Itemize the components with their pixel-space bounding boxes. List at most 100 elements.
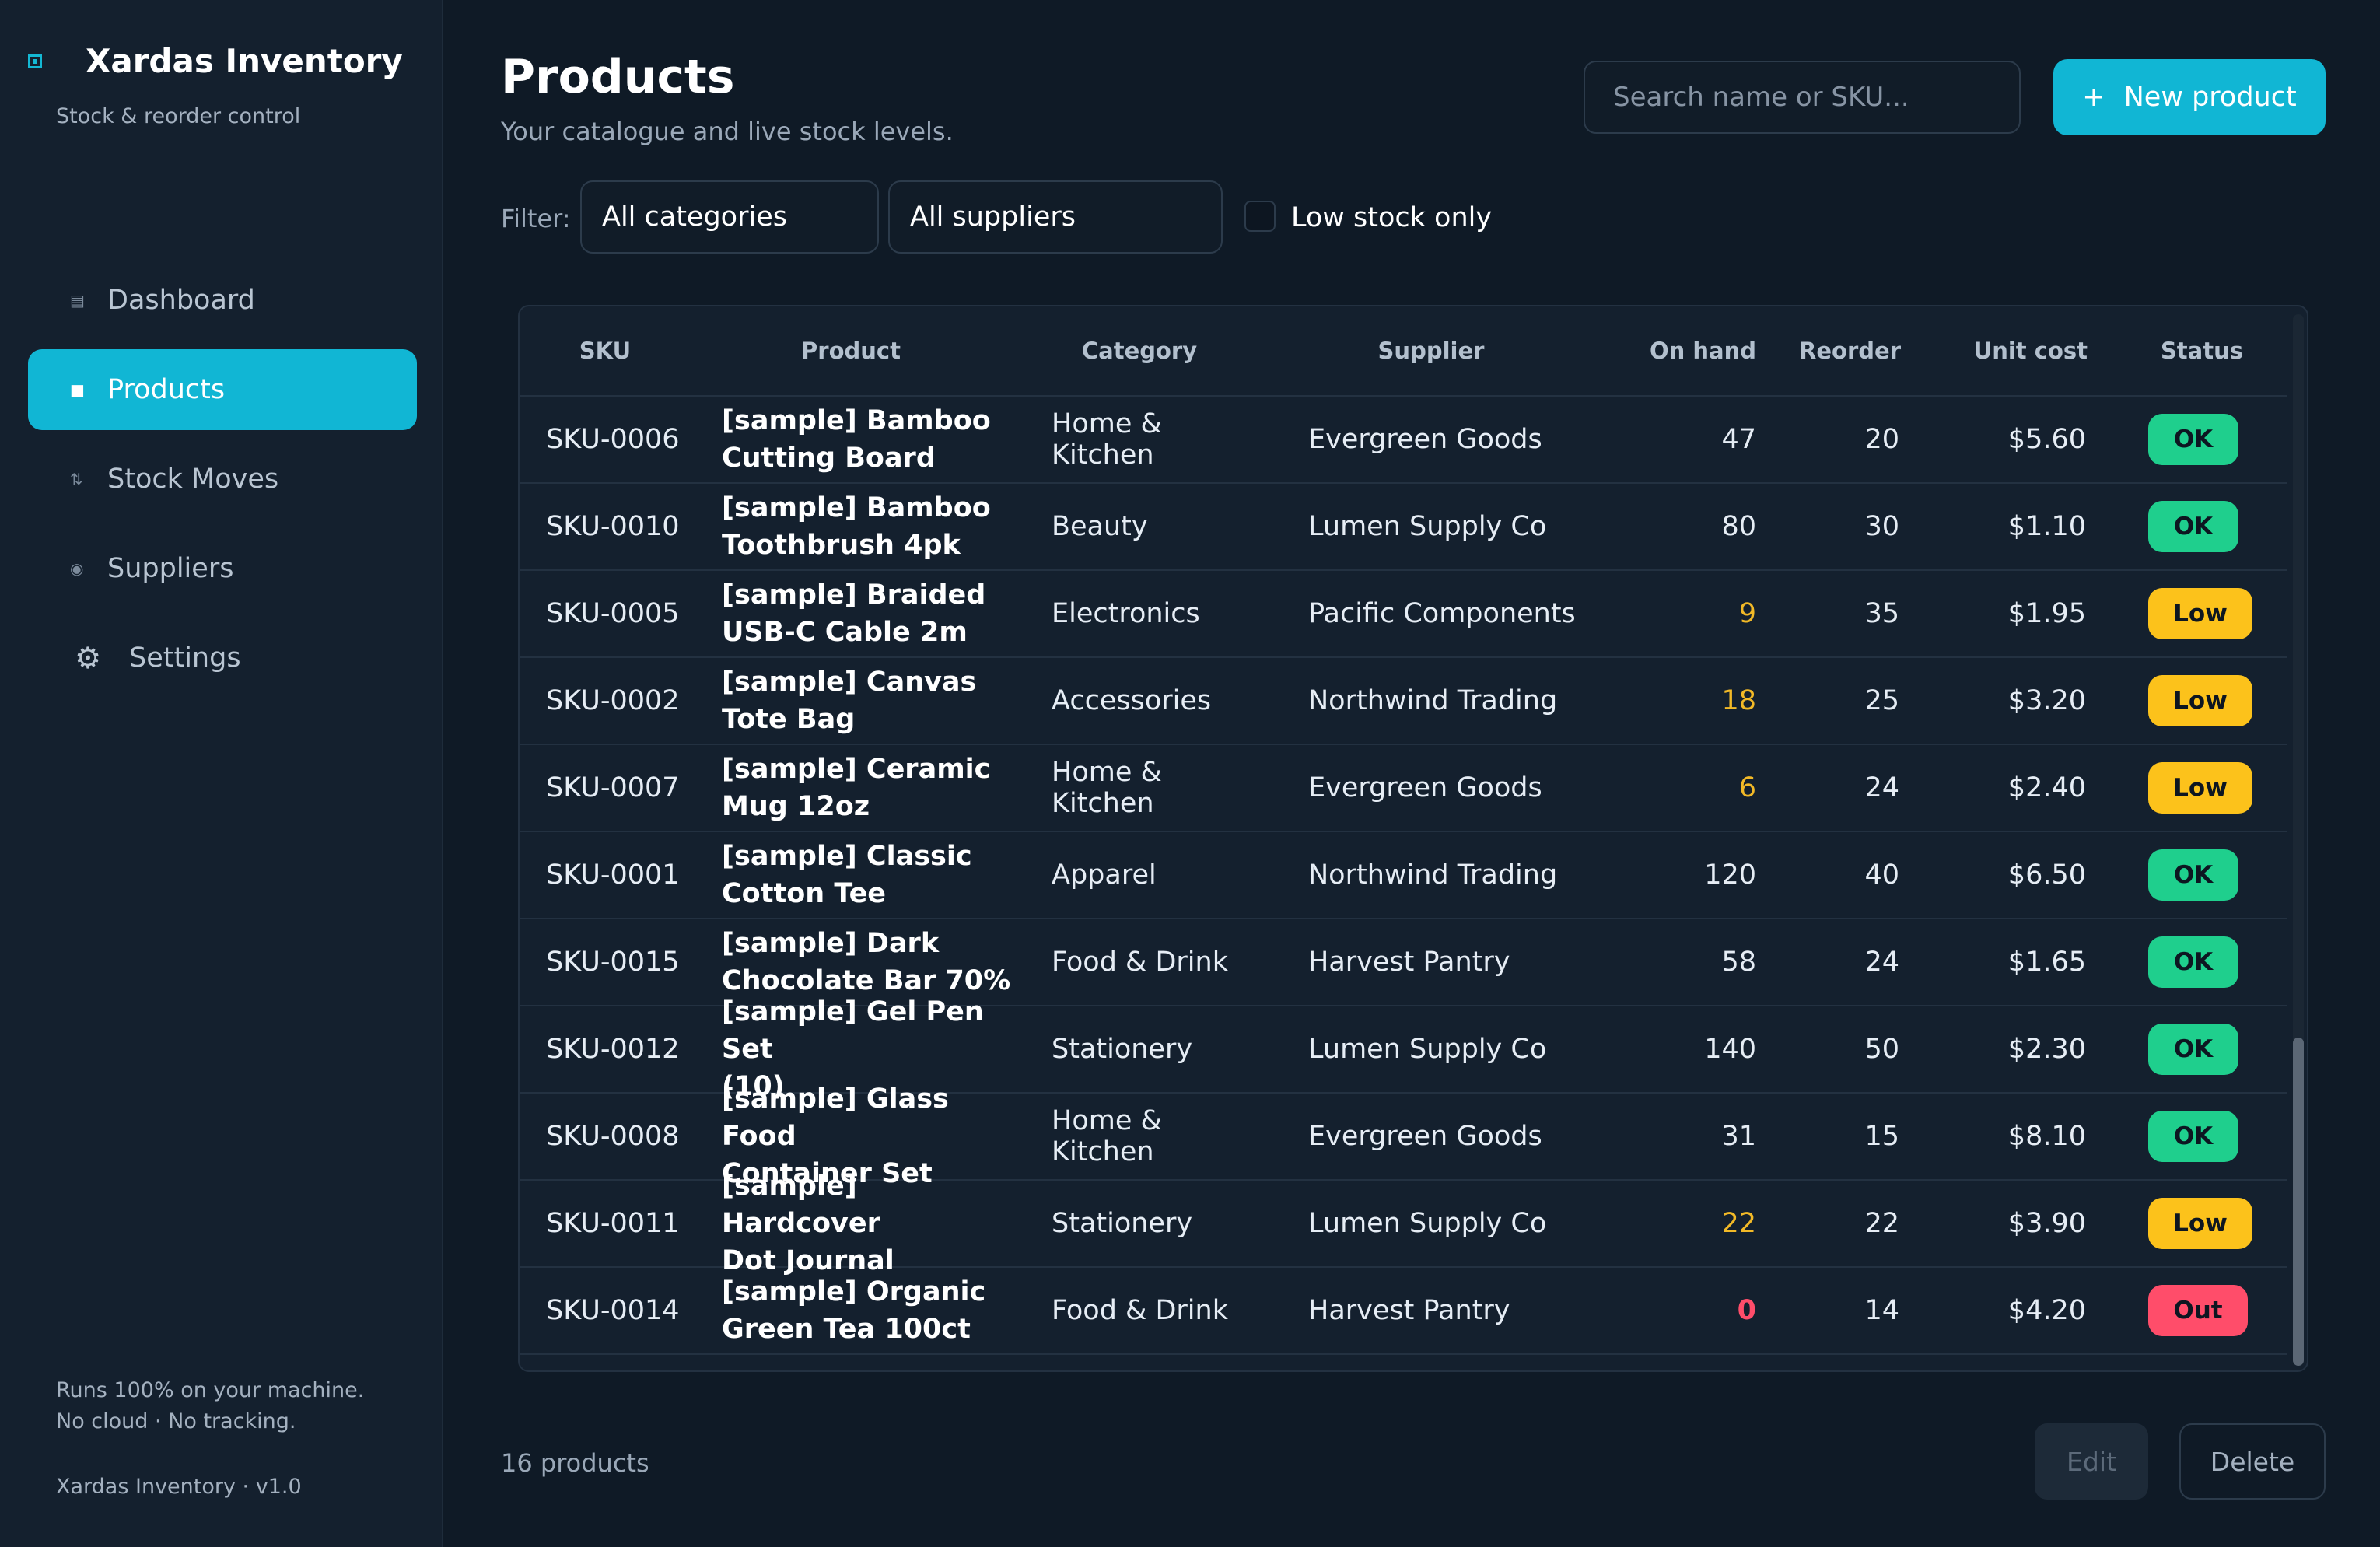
cell-reorder: 30 [1864, 511, 1899, 542]
filter-label: Filter: [501, 204, 571, 233]
sidebar-item-stock-moves[interactable]: ⇅ Stock Moves [28, 439, 417, 520]
cell-reorder: 40 [1864, 859, 1899, 891]
cell-reorder: 24 [1864, 947, 1899, 978]
column-header-category[interactable]: Category [1011, 338, 1268, 364]
cell-supplier: Pacific Components [1308, 598, 1576, 629]
cell-reorder: 15 [1864, 1121, 1899, 1152]
page-subtitle: Your catalogue and live stock levels. [501, 117, 954, 146]
cell-on-hand: 140 [1704, 1034, 1756, 1065]
status-badge: Low [2148, 675, 2252, 726]
cell-sku: SKU-0011 [546, 1208, 680, 1239]
cell-unit-cost: $3.20 [2007, 685, 2086, 716]
cell-supplier: Harvest Pantry [1308, 947, 1510, 978]
cell-status: OK [2088, 1111, 2287, 1162]
cell-status: Low [2088, 1198, 2287, 1249]
table-row[interactable]: SKU-0001 [sample] Classic Cotton Tee Appare… [520, 832, 2287, 919]
sidebar-item-dashboard[interactable]: ▤ Dashboard [28, 260, 417, 341]
cell-product-line1: [sample] Organic [722, 1276, 986, 1307]
cell-product: [sample] Organic Green Tea 100ct [691, 1273, 1011, 1348]
cell-category: Beauty [1052, 511, 1148, 542]
cell-category: Stationery [1052, 1208, 1193, 1239]
table-row[interactable]: SKU-0006 [sample] Bamboo Cutting Board Home… [520, 397, 2287, 484]
table-row[interactable]: SKU-0010 [sample] Bamboo Toothbrush 4pk Bea… [520, 484, 2287, 571]
new-product-button[interactable]: + New product [2053, 59, 2326, 135]
sidebar-item-label: Products [107, 374, 226, 405]
cell-product-line1: [sample] Dark [722, 928, 940, 959]
cell-status: Out [2088, 1285, 2287, 1336]
cell-product-line1: [sample] Canvas [722, 667, 977, 698]
sidebar-item-label: Stock Moves [107, 464, 279, 495]
cell-product-line2: Toothbrush 4pk [722, 530, 961, 561]
cell-on-hand: 6 [1738, 772, 1756, 803]
table-scrollbar-thumb[interactable] [2293, 1038, 2304, 1366]
cell-reorder: 50 [1864, 1034, 1899, 1065]
cell-sku: SKU-0012 [546, 1034, 680, 1065]
cell-category: Home & Kitchen [1052, 1105, 1162, 1167]
cell-supplier: Lumen Supply Co [1308, 1034, 1547, 1065]
cell-product-line2: Mug 12oz [722, 791, 870, 822]
cell-product: [sample] Canvas Tote Bag [691, 663, 1011, 738]
status-badge: Low [2148, 1198, 2252, 1249]
cell-on-hand: 47 [1721, 424, 1756, 455]
version-label: Xardas Inventory · v1.0 [56, 1475, 302, 1499]
cell-product-line1: [sample] Braided [722, 579, 986, 611]
cell-product: [sample] Dark Chocolate Bar 70% [691, 925, 1011, 999]
cell-status: Low [2088, 675, 2287, 726]
cell-sku: SKU-0015 [546, 947, 680, 978]
table-row[interactable]: SKU-0007 [sample] Ceramic Mug 12oz Home & K… [520, 745, 2287, 832]
supplier-select[interactable]: All suppliers [888, 180, 1223, 254]
app-window: Xardas Inventory Stock & reorder control… [0, 0, 2380, 1547]
app-subtitle: Stock & reorder control [56, 104, 301, 128]
cell-reorder: 22 [1864, 1208, 1899, 1239]
column-header-unit-cost[interactable]: Unit cost [1901, 338, 2088, 364]
column-header-sku[interactable]: SKU [520, 338, 691, 364]
table-body: SKU-0006 [sample] Bamboo Cutting Board Home… [520, 397, 2287, 1355]
delete-button[interactable]: Delete [2179, 1423, 2326, 1500]
cell-product-line2: USB-C Cable 2m [722, 617, 968, 648]
sidebar-item-settings[interactable]: ⚙ Settings [28, 618, 417, 698]
edit-button[interactable]: Edit [2035, 1423, 2148, 1500]
cell-product-line1: [sample] Classic [722, 841, 972, 872]
cell-product-line2: Tote Bag [722, 704, 856, 735]
privacy-note-line2: No cloud · No tracking. [56, 1409, 296, 1433]
cell-supplier: Evergreen Goods [1308, 772, 1542, 803]
low-stock-checkbox[interactable] [1244, 201, 1276, 232]
table-row[interactable]: SKU-0005 [sample] Braided USB-C Cable 2m El… [520, 571, 2287, 658]
sidebar-nav: ▤ Dashboard ■ Products ⇅ Stock Moves ◉ S… [28, 260, 417, 707]
cell-unit-cost: $6.50 [2007, 859, 2086, 891]
cell-on-hand: 58 [1721, 947, 1756, 978]
cell-on-hand: 18 [1721, 685, 1756, 716]
status-badge: OK [2148, 501, 2238, 552]
cell-product-line1: [sample] Gel Pen Set [722, 996, 984, 1065]
cell-product-line1: [sample] Ceramic [722, 754, 991, 785]
cell-category: Electronics [1052, 598, 1200, 629]
column-header-product[interactable]: Product [691, 338, 1011, 364]
sidebar: Xardas Inventory Stock & reorder control… [0, 0, 443, 1547]
table-row[interactable]: SKU-0002 [sample] Canvas Tote Bag Accessori… [520, 658, 2287, 745]
privacy-note: Runs 100% on your machine. No cloud · No… [56, 1375, 364, 1437]
sidebar-item-products[interactable]: ■ Products [28, 349, 417, 430]
search-input[interactable] [1584, 61, 2021, 134]
cell-supplier: Northwind Trading [1308, 859, 1558, 891]
category-select[interactable]: All categories [580, 180, 879, 254]
page-title: Products [501, 50, 735, 104]
cell-status: OK [2088, 501, 2287, 552]
cell-supplier: Lumen Supply Co [1308, 1208, 1547, 1239]
column-header-reorder[interactable]: Reorder [1756, 338, 1901, 364]
column-header-status[interactable]: Status [2088, 338, 2287, 364]
products-icon: ■ [70, 380, 85, 399]
column-header-on-hand[interactable]: On hand [1594, 338, 1756, 364]
table-row[interactable]: SKU-0011 [sample] Hardcover Dot Journal Sta… [520, 1171, 2287, 1276]
table-row[interactable]: SKU-0014 [sample] Organic Green Tea 100ct F… [520, 1268, 2287, 1355]
plus-icon: + [2082, 82, 2105, 113]
sidebar-item-suppliers[interactable]: ◉ Suppliers [28, 528, 417, 609]
cell-supplier: Northwind Trading [1308, 685, 1558, 716]
cell-status: Low [2088, 762, 2287, 814]
cell-product-line2: Cotton Tee [722, 878, 887, 909]
main-content: Products Your catalogue and live stock l… [443, 0, 2380, 1547]
status-badge: OK [2148, 849, 2238, 901]
cell-product-line1: [sample] Bamboo [722, 492, 991, 523]
cell-sku: SKU-0006 [546, 424, 680, 455]
column-header-supplier[interactable]: Supplier [1268, 338, 1594, 364]
cell-supplier: Lumen Supply Co [1308, 511, 1547, 542]
